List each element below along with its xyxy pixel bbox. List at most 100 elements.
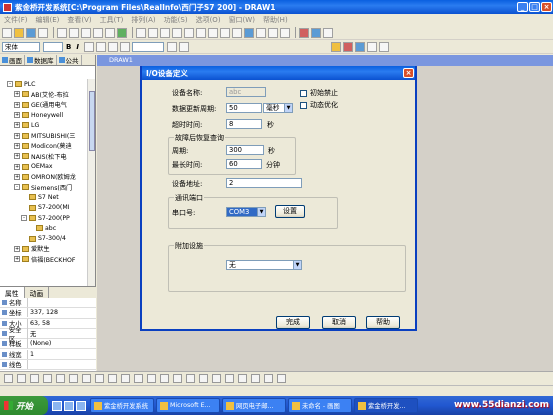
property-row[interactable]: 线宽 1 bbox=[0, 349, 96, 360]
init-disable-checkbox[interactable]: 初始禁止 bbox=[300, 88, 338, 98]
dialog-titlebar[interactable]: I/O设备定义 × bbox=[142, 66, 415, 80]
bitmap-tool-icon[interactable] bbox=[244, 27, 254, 38]
superscript-icon[interactable] bbox=[95, 41, 106, 52]
line-width-icon[interactable] bbox=[378, 41, 389, 52]
select-icon[interactable] bbox=[136, 27, 146, 38]
update-unit-select[interactable]: 毫秒 ▼ bbox=[263, 103, 293, 113]
menu-help[interactable]: 帮助(H) bbox=[263, 15, 288, 25]
expand-icon[interactable]: + bbox=[14, 153, 20, 160]
rect-tool-icon[interactable] bbox=[160, 27, 170, 38]
zoom-in-icon[interactable] bbox=[264, 374, 273, 383]
property-row[interactable]: 线色 bbox=[0, 359, 96, 371]
trend-tool-icon[interactable] bbox=[256, 27, 266, 38]
expand-icon[interactable]: + bbox=[14, 91, 20, 98]
alarm-tool-icon[interactable] bbox=[268, 27, 278, 38]
space-vertical-icon[interactable] bbox=[134, 374, 143, 383]
task-item-active[interactable]: 紫金桥开发... bbox=[354, 398, 418, 413]
tree-node[interactable]: + NAIS(松下电 bbox=[0, 151, 88, 161]
expand-icon[interactable]: + bbox=[14, 256, 20, 263]
collapse-icon[interactable]: - bbox=[21, 215, 27, 221]
flip-v-icon[interactable] bbox=[212, 374, 221, 383]
close-button[interactable]: × bbox=[541, 2, 552, 12]
expand-icon[interactable]: + bbox=[14, 132, 20, 139]
underline-icon[interactable] bbox=[83, 41, 94, 52]
tree-node[interactable]: + GE(通用电气 bbox=[0, 100, 88, 110]
pipe-tool-icon[interactable] bbox=[220, 27, 230, 38]
line-tool-icon[interactable] bbox=[172, 27, 182, 38]
help-button[interactable]: 帮助 bbox=[366, 316, 400, 329]
report-tool-icon[interactable] bbox=[280, 27, 290, 38]
text-tool-icon[interactable] bbox=[148, 27, 158, 38]
dialog-close-button[interactable]: × bbox=[403, 68, 414, 78]
property-row[interactable]: 安全区无 bbox=[0, 324, 96, 343]
font-size-select[interactable] bbox=[43, 41, 63, 52]
undo-icon[interactable] bbox=[93, 27, 103, 38]
tree-node[interactable]: S7-200(MI bbox=[0, 203, 88, 213]
new-icon[interactable] bbox=[2, 27, 12, 38]
tree-node[interactable]: - S7-200(PP bbox=[0, 213, 88, 223]
tree-node[interactable]: + OEMax bbox=[0, 161, 88, 171]
timeout-field[interactable]: 8 bbox=[226, 119, 262, 129]
align-right-edge-icon[interactable] bbox=[17, 374, 26, 383]
tab-database[interactable]: 数据库 bbox=[25, 55, 57, 65]
property-value[interactable]: 63, 58 bbox=[28, 320, 50, 327]
save-icon[interactable] bbox=[26, 27, 36, 38]
ungroup-icon[interactable] bbox=[186, 374, 195, 383]
same-height-icon[interactable] bbox=[95, 374, 104, 383]
start-button[interactable]: 开始 bbox=[0, 396, 48, 415]
menu-arrange[interactable]: 排列(A) bbox=[131, 15, 155, 25]
subscript-icon[interactable] bbox=[107, 41, 118, 52]
open-icon[interactable] bbox=[14, 27, 24, 38]
collapse-icon[interactable]: - bbox=[7, 81, 13, 88]
align-top-edge-icon[interactable] bbox=[30, 374, 39, 383]
cut-icon[interactable] bbox=[57, 27, 67, 38]
print-icon[interactable] bbox=[38, 27, 48, 38]
tree-node[interactable]: + 倍福(BECKHOF bbox=[0, 254, 88, 264]
zoom-out-icon[interactable] bbox=[277, 374, 286, 383]
collapse-icon[interactable]: - bbox=[14, 184, 20, 191]
ie-icon[interactable] bbox=[52, 400, 62, 411]
property-value[interactable]: (None) bbox=[28, 340, 51, 347]
serial-port-select[interactable]: COM3 ▼ bbox=[226, 207, 266, 217]
task-item[interactable]: 紫金桥开发系统 bbox=[90, 398, 154, 413]
align-vcenter-icon[interactable] bbox=[69, 374, 78, 383]
same-width-icon[interactable] bbox=[82, 374, 91, 383]
tab-screens[interactable]: 画面 bbox=[0, 55, 25, 65]
fill-color-icon[interactable] bbox=[330, 41, 341, 52]
tab-public[interactable]: 公共 bbox=[57, 55, 82, 65]
line-color-icon[interactable] bbox=[342, 41, 353, 52]
style-select[interactable] bbox=[131, 41, 164, 52]
align-hcenter-icon[interactable] bbox=[56, 374, 65, 383]
align-center-icon[interactable] bbox=[166, 41, 177, 52]
copy-icon[interactable] bbox=[69, 27, 79, 38]
run-icon[interactable] bbox=[117, 27, 127, 38]
tree-node[interactable]: abc bbox=[0, 223, 88, 233]
polygon-tool-icon[interactable] bbox=[196, 27, 206, 38]
lock-icon[interactable] bbox=[238, 374, 247, 383]
expand-icon[interactable]: + bbox=[14, 245, 20, 252]
italic-button[interactable]: I bbox=[76, 43, 79, 51]
paste-icon[interactable] bbox=[81, 27, 91, 38]
maximize-button[interactable]: □ bbox=[529, 2, 540, 12]
bring-front-icon[interactable] bbox=[147, 374, 156, 383]
font-select[interactable]: 宋体 bbox=[2, 41, 40, 52]
library-icon[interactable] bbox=[311, 27, 321, 38]
expand-icon[interactable]: + bbox=[14, 163, 20, 170]
expand-icon[interactable]: + bbox=[14, 101, 20, 108]
finish-button[interactable]: 完成 bbox=[276, 316, 310, 329]
max-time-field[interactable]: 60 bbox=[226, 159, 262, 169]
property-row[interactable]: 名称 bbox=[0, 298, 96, 309]
align-bottom-edge-icon[interactable] bbox=[43, 374, 52, 383]
property-value[interactable]: 337, 128 bbox=[28, 309, 58, 316]
address-field[interactable]: 2 bbox=[226, 178, 302, 188]
tab-animation[interactable]: 动画 bbox=[25, 287, 50, 298]
redo-icon[interactable] bbox=[105, 27, 115, 38]
property-value[interactable]: 1 bbox=[28, 351, 34, 358]
child-window-title[interactable]: DRAW1 bbox=[97, 55, 553, 66]
flip-h-icon[interactable] bbox=[199, 374, 208, 383]
dynamic-opt-checkbox[interactable]: 动态优化 bbox=[300, 100, 338, 110]
task-item[interactable]: 未命名 - 画图 bbox=[288, 398, 352, 413]
rotate-icon[interactable] bbox=[225, 374, 234, 383]
tree-node[interactable]: + OMRON(欧姆龙 bbox=[0, 172, 88, 182]
arc-tool-icon[interactable] bbox=[208, 27, 218, 38]
